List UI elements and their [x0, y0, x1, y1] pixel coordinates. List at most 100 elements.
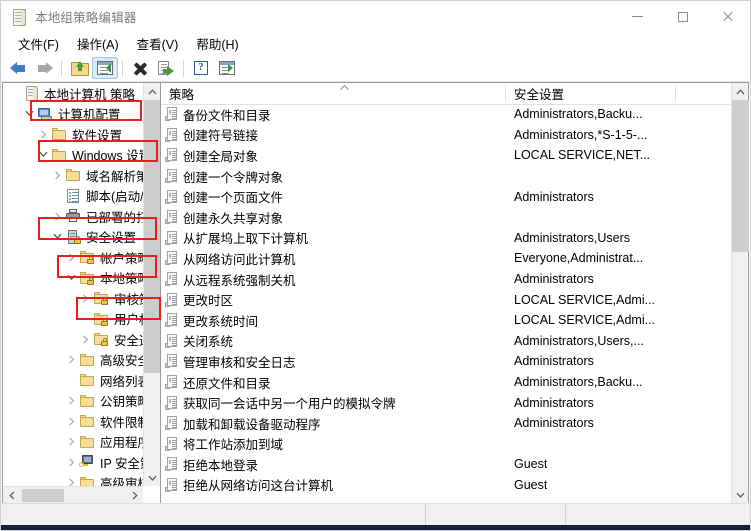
table-row[interactable]: 创建一个令牌对象	[161, 166, 731, 187]
table-row[interactable]: 关闭系统 Administrators,Users,...	[161, 331, 731, 352]
tree-scroll-right-button[interactable]	[126, 487, 143, 504]
tree-item-account-policies[interactable]: 帐户策略	[3, 247, 143, 268]
security-setting-cell: LOCAL SERVICE,Admi...	[514, 292, 656, 307]
tree-twisty[interactable]	[35, 130, 51, 139]
column-header-policy[interactable]: 策略	[161, 83, 506, 104]
tree-twisty[interactable]	[49, 212, 65, 221]
chevron-right-icon	[68, 437, 74, 446]
policy-name-cell: 加载和卸载设备驱动程序	[183, 417, 321, 432]
tree-scroll-thumb[interactable]	[144, 100, 161, 373]
table-row[interactable]: 将工作站添加到域	[161, 434, 731, 455]
menu-view[interactable]: 查看(V)	[128, 32, 188, 55]
tree-twisty[interactable]	[49, 232, 65, 241]
table-row[interactable]: 加载和卸载设备驱动程序 Administrators	[161, 413, 731, 434]
tree-twisty[interactable]	[63, 458, 79, 467]
tree-twisty[interactable]	[77, 294, 93, 303]
tree-twisty[interactable]	[63, 478, 79, 486]
table-row[interactable]: 管理审核和安全日志 Administrators	[161, 351, 731, 372]
tree-item-network-list-manager[interactable]: 网络列表管理器策略	[3, 370, 143, 391]
maximize-button[interactable]	[660, 1, 705, 32]
tree-vertical-scrollbar[interactable]	[143, 83, 161, 486]
chevron-right-icon	[82, 294, 88, 303]
tree-item-label: 计算机配置	[58, 108, 121, 123]
tree-item-ip-security-policies[interactable]: IP 安全策略	[3, 452, 143, 473]
forward-button[interactable]	[31, 57, 57, 79]
menu-action[interactable]: 操作(A)	[68, 32, 128, 55]
list-scroll-thumb[interactable]	[732, 100, 749, 252]
table-row[interactable]: 备份文件和目录 Administrators,Backu...	[161, 104, 731, 125]
table-row[interactable]: 从扩展坞上取下计算机 Administrators,Users	[161, 228, 731, 249]
tree-item-deployed-printers[interactable]: 已部署的打印机	[3, 206, 143, 227]
tree-horizontal-scrollbar[interactable]	[3, 486, 143, 503]
column-header-security-setting[interactable]: 安全设置	[506, 83, 676, 104]
tree-item-public-key-policies[interactable]: 公钥策略	[3, 391, 143, 412]
tree-item-software-restriction[interactable]: 软件限制策略	[3, 411, 143, 432]
table-row[interactable]: 创建符号链接 Administrators,*S-1-5-...	[161, 125, 731, 146]
tree-scroll-down-button[interactable]	[144, 469, 161, 486]
tree-item-local-computer-policy[interactable]: 本地计算机 策略	[3, 83, 143, 104]
folder-lock-icon	[79, 270, 96, 286]
tree-item-security-options[interactable]: 安全选项	[3, 329, 143, 350]
table-row[interactable]: 从网络访问此计算机 Everyone,Administrat...	[161, 248, 731, 269]
table-row[interactable]: 还原文件和目录 Administrators,Backu...	[161, 372, 731, 393]
console-document-icon	[10, 8, 28, 26]
tree-item-security-settings[interactable]: 安全设置	[3, 227, 143, 248]
tree-twisty[interactable]	[63, 437, 79, 446]
tree-twisty[interactable]	[77, 335, 93, 344]
tree-twisty[interactable]	[63, 273, 79, 282]
tree-twisty[interactable]	[35, 150, 51, 159]
list-scroll-up-button[interactable]	[732, 83, 749, 100]
table-row[interactable]: 获取同一会话中另一个用户的模拟令牌 Administrators	[161, 392, 731, 413]
tree-scroll-up-button[interactable]	[144, 83, 161, 100]
tree-item-name-resolution-policy[interactable]: 域名解析策略	[3, 165, 143, 186]
minimize-button[interactable]	[615, 1, 660, 32]
policy-name-cell: 更改系统时间	[183, 314, 259, 329]
tree-h-scroll-thumb[interactable]	[22, 489, 64, 502]
list-scroll-down-button[interactable]	[732, 486, 749, 503]
help-button[interactable]: ?	[188, 57, 214, 79]
show-action-pane-button[interactable]	[214, 57, 240, 79]
toolbar-separator	[61, 59, 62, 77]
table-row[interactable]: 拒绝从网络访问这台计算机 Guest	[161, 475, 731, 496]
policy-name-cell: 拒绝从网络访问这台计算机	[183, 479, 334, 494]
tree-twisty[interactable]	[21, 109, 37, 118]
tree-item-application-control[interactable]: 应用程序控制策略	[3, 432, 143, 453]
list-vertical-scrollbar[interactable]	[731, 83, 749, 503]
tree-item-advanced-audit-policy[interactable]: 高级审核策略配置	[3, 473, 143, 486]
tree-item-scripts[interactable]: 脚本(启动/关机)	[3, 186, 143, 207]
tree-item-windows-settings[interactable]: Windows 设置	[3, 145, 143, 166]
table-row[interactable]: 更改系统时间 LOCAL SERVICE,Admi...	[161, 310, 731, 331]
table-row[interactable]: 创建全局对象 LOCAL SERVICE,NET...	[161, 145, 731, 166]
tree-item-label: 本地策略	[100, 272, 143, 287]
table-row[interactable]: 拒绝本地登录 Guest	[161, 454, 731, 475]
delete-button[interactable]	[127, 57, 153, 79]
chevron-down-icon	[736, 492, 745, 498]
table-row[interactable]: 从远程系统强制关机 Administrators	[161, 269, 731, 290]
table-row[interactable]: 创建一个页面文件 Administrators	[161, 186, 731, 207]
menu-file[interactable]: 文件(F)	[9, 32, 68, 55]
tree-twisty[interactable]	[63, 417, 79, 426]
tree-twisty[interactable]	[63, 355, 79, 364]
tree-item-user-rights-assignment[interactable]: 用户权限分配	[3, 309, 143, 330]
up-one-level-button[interactable]	[66, 57, 92, 79]
tree-twisty[interactable]	[63, 253, 79, 262]
console-tree-pane: 本地计算机 策略计算机配置软件设置 Windows 设置域名解析策略脚本(启动/关…	[2, 82, 161, 504]
tree-item-local-policies[interactable]: 本地策略	[3, 268, 143, 289]
table-row[interactable]: 创建永久共享对象	[161, 207, 731, 228]
tree-item-software-settings[interactable]: 软件设置	[3, 124, 143, 145]
tree-scroll-left-button[interactable]	[3, 487, 20, 504]
tree-item-windows-firewall[interactable]: 高级安全 Windows 防火墙	[3, 350, 143, 371]
show-hide-tree-button[interactable]	[92, 57, 118, 79]
tree-item-audit-policy[interactable]: 审核策略	[3, 288, 143, 309]
folder-icon	[51, 126, 68, 142]
close-button[interactable]	[705, 1, 750, 32]
export-list-button[interactable]	[153, 57, 179, 79]
table-row[interactable]: 更改时区 LOCAL SERVICE,Admi...	[161, 289, 731, 310]
back-button[interactable]	[5, 57, 31, 79]
tree-item-label: Windows 设置	[72, 149, 143, 164]
tree-item-computer-configuration[interactable]: 计算机配置	[3, 104, 143, 125]
menu-help[interactable]: 帮助(H)	[187, 32, 247, 55]
folder-icon	[65, 167, 82, 183]
tree-twisty[interactable]	[63, 396, 79, 405]
tree-twisty[interactable]	[49, 171, 65, 180]
